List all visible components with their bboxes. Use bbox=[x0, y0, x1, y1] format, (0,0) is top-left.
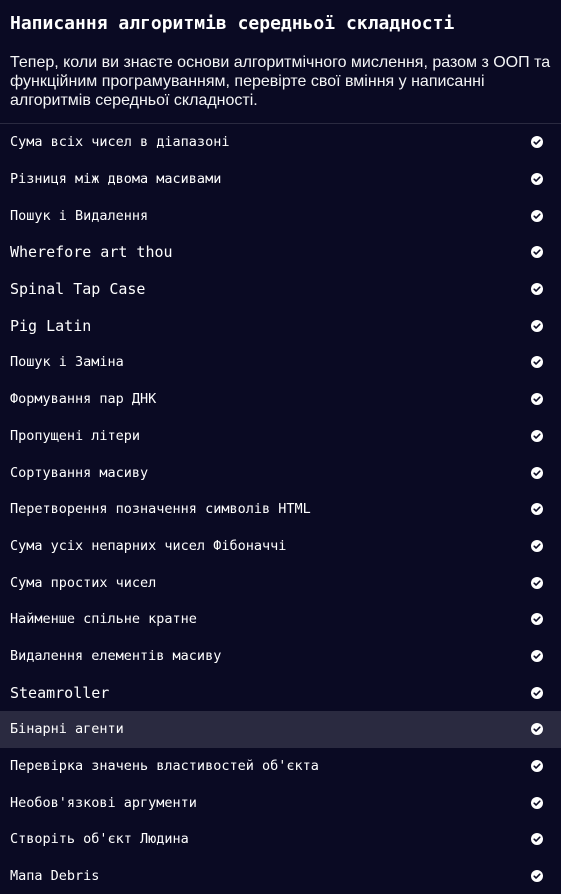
check-circle-icon bbox=[531, 539, 543, 552]
challenge-label: Створіть об'єкт Людина bbox=[10, 831, 189, 848]
challenge-item[interactable]: Створіть об'єкт Людина bbox=[0, 821, 561, 858]
check-circle-icon bbox=[531, 429, 543, 442]
challenge-item[interactable]: Найменше спільне кратне bbox=[0, 601, 561, 638]
check-circle-icon bbox=[531, 319, 543, 332]
check-circle-icon bbox=[531, 173, 543, 186]
challenge-item[interactable]: Видалення елементів масиву bbox=[0, 638, 561, 675]
challenge-label: Пропущені літери bbox=[10, 427, 141, 444]
check-circle-icon bbox=[531, 393, 543, 406]
challenge-item[interactable]: Pig Latin bbox=[0, 307, 561, 344]
check-circle-icon bbox=[531, 283, 543, 296]
check-circle-icon bbox=[531, 686, 543, 699]
check-circle-icon bbox=[531, 723, 543, 736]
challenge-item[interactable]: Wherefore art thou bbox=[0, 234, 561, 271]
challenge-label: Сума простих чисел bbox=[10, 574, 157, 591]
challenge-label: Найменше спільне кратне bbox=[10, 611, 197, 628]
challenge-label: Бінарні агенти bbox=[10, 721, 124, 738]
check-circle-icon bbox=[531, 356, 543, 369]
check-circle-icon bbox=[531, 796, 543, 809]
challenge-list: Сума всіх чисел в діапазоні Різниця між д… bbox=[0, 124, 561, 894]
challenge-label: Сума всіх чисел в діапазоні bbox=[10, 134, 230, 151]
check-circle-icon bbox=[531, 466, 543, 479]
challenge-label: Формування пар ДНК bbox=[10, 391, 157, 408]
challenge-item[interactable]: Пошук і Видалення bbox=[0, 197, 561, 234]
check-circle-icon bbox=[531, 136, 543, 149]
block-header: Написання алгоритмів середньої складност… bbox=[0, 0, 561, 124]
check-circle-icon bbox=[531, 760, 543, 773]
challenge-item[interactable]: Необов'язкові аргументи bbox=[0, 784, 561, 821]
challenge-label: Spinal Tap Case bbox=[10, 280, 146, 299]
check-circle-icon bbox=[531, 613, 543, 626]
challenge-label: Сума усіх непарних чисел Фібоначчі bbox=[10, 537, 287, 554]
challenge-item[interactable]: Різниця між двома масивами bbox=[0, 161, 561, 198]
challenge-label: Wherefore art thou bbox=[10, 243, 173, 262]
challenge-item[interactable]: Перетворення позначення символів HTML bbox=[0, 491, 561, 528]
challenge-label: Pig Latin bbox=[10, 316, 92, 335]
check-circle-icon bbox=[531, 246, 543, 259]
check-circle-icon bbox=[531, 833, 543, 846]
challenge-item[interactable]: Пошук і Заміна bbox=[0, 344, 561, 381]
block-description: Тепер, коли ви знаєте основи алгоритмічн… bbox=[10, 54, 551, 109]
challenge-item[interactable]: Сума усіх непарних чисел Фібоначчі bbox=[0, 528, 561, 565]
challenge-label: Різниця між двома масивами bbox=[10, 171, 222, 188]
challenge-label: Перетворення позначення символів HTML bbox=[10, 501, 311, 518]
check-circle-icon bbox=[531, 649, 543, 662]
challenge-label: Сортування масиву bbox=[10, 464, 149, 481]
challenge-item[interactable]: Сортування масиву bbox=[0, 454, 561, 491]
challenge-item[interactable]: Формування пар ДНК bbox=[0, 381, 561, 418]
challenge-item[interactable]: Бінарні агенти bbox=[0, 711, 561, 748]
check-circle-icon bbox=[531, 576, 543, 589]
challenge-item[interactable]: Мапа Debris bbox=[0, 858, 561, 894]
challenge-item[interactable]: Steamroller bbox=[0, 674, 561, 711]
challenge-item[interactable]: Перевірка значень властивостей об'єкта bbox=[0, 748, 561, 785]
challenge-item[interactable]: Пропущені літери bbox=[0, 418, 561, 455]
challenge-label: Пошук і Заміна bbox=[10, 354, 124, 371]
block-title: Написання алгоритмів середньої складност… bbox=[10, 13, 455, 34]
check-circle-icon bbox=[531, 870, 543, 883]
challenge-item[interactable]: Сума всіх чисел в діапазоні bbox=[0, 124, 561, 161]
check-circle-icon bbox=[531, 503, 543, 516]
challenge-label: Пошук і Видалення bbox=[10, 207, 149, 224]
challenge-label: Перевірка значень властивостей об'єкта bbox=[10, 758, 319, 775]
challenge-item[interactable]: Сума простих чисел bbox=[0, 564, 561, 601]
challenge-label: Видалення елементів масиву bbox=[10, 647, 222, 664]
check-circle-icon bbox=[531, 209, 543, 222]
challenge-label: Steamroller bbox=[10, 683, 110, 702]
challenge-label: Мапа Debris bbox=[10, 868, 100, 885]
challenge-label: Необов'язкові аргументи bbox=[10, 794, 197, 811]
challenge-item[interactable]: Spinal Tap Case bbox=[0, 271, 561, 308]
